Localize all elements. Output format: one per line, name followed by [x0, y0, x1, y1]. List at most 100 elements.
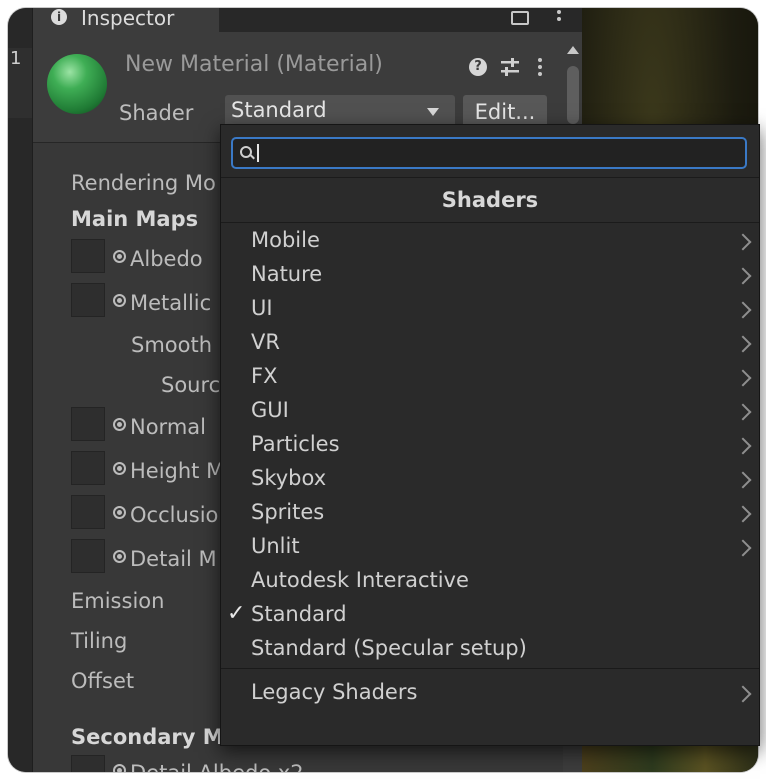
normal-label-text: Normal [130, 415, 206, 439]
lock-icon[interactable] [511, 11, 529, 25]
menu-item-gui[interactable]: GUI [221, 396, 759, 430]
menu-item-standard-specular[interactable]: Standard (Specular setup) [221, 634, 759, 668]
menu-divider [221, 668, 759, 669]
menu-item-unlit[interactable]: Unlit [221, 532, 759, 566]
scroll-thumb[interactable] [567, 66, 579, 124]
dropdown-header-title: Shaders [441, 188, 539, 212]
metallic-label-text: Metallic [130, 291, 212, 315]
detail-albedo-label[interactable]: Detail Albedo x2 [113, 761, 304, 772]
source-label: Sourc [161, 373, 221, 397]
tab-title: Inspector [81, 8, 175, 30]
chevron-right-icon [734, 267, 752, 285]
info-icon: i [51, 9, 67, 25]
menu-item-nature[interactable]: Nature [221, 260, 759, 294]
menu-item-label: Unlit [251, 534, 300, 558]
menu-item-vr[interactable]: VR [221, 328, 759, 362]
albedo-label-text: Albedo [130, 247, 203, 271]
chevron-right-icon [734, 685, 752, 703]
search-icon [240, 146, 252, 158]
menu-item-label: Nature [251, 262, 323, 286]
menu-item-label: VR [251, 330, 280, 354]
object-picker-icon[interactable] [113, 418, 126, 431]
object-picker-icon[interactable] [113, 506, 126, 519]
text-cursor [257, 144, 259, 162]
chevron-right-icon [734, 335, 752, 353]
object-picker-icon[interactable] [113, 550, 126, 563]
tab-menu-icon[interactable] [557, 10, 561, 28]
dropdown-header: Shaders [221, 177, 759, 223]
menu-item-fx[interactable]: FX [221, 362, 759, 396]
occlusion-label-text: Occlusio [130, 503, 219, 527]
occlusion-label[interactable]: Occlusio [113, 503, 218, 527]
chevron-right-icon [734, 471, 752, 489]
detail-mask-texture-slot[interactable] [71, 539, 105, 573]
object-picker-icon[interactable] [113, 250, 126, 263]
help-icon[interactable]: ? [469, 58, 487, 76]
chevron-right-icon [734, 437, 752, 455]
material-menu-icon[interactable] [538, 58, 542, 76]
menu-item-label: Skybox [251, 466, 327, 490]
material-preview-icon [47, 54, 107, 114]
detail-mask-label-text: Detail M [130, 547, 217, 571]
height-label[interactable]: Height M [113, 459, 224, 483]
metallic-texture-slot[interactable] [71, 283, 105, 317]
emission-label: Emission [71, 589, 165, 613]
menu-item-label: Autodesk Interactive [251, 568, 469, 592]
shader-dropdown-menu: Shaders Mobile Nature UI VR FX GUI Parti… [220, 124, 760, 746]
menu-item-skybox[interactable]: Skybox [221, 464, 759, 498]
menu-item-sprites[interactable]: Sprites [221, 498, 759, 532]
metallic-label[interactable]: Metallic [113, 291, 211, 315]
detail-albedo-texture-slot[interactable] [71, 755, 105, 772]
object-picker-icon[interactable] [113, 462, 126, 475]
menu-item-legacy-shaders[interactable]: Legacy Shaders [221, 678, 759, 712]
search-field[interactable] [231, 137, 747, 169]
chevron-right-icon [734, 369, 752, 387]
offset-label: Offset [71, 669, 135, 693]
detail-mask-label[interactable]: Detail M [113, 547, 217, 571]
menu-item-autodesk-interactive[interactable]: Autodesk Interactive [221, 566, 759, 600]
smoothness-label: Smooth [131, 333, 213, 357]
scroll-up-icon[interactable] [567, 46, 579, 54]
hierarchy-strip: 1 [8, 8, 32, 772]
chevron-right-icon [734, 301, 752, 319]
menu-item-label: FX [251, 364, 278, 388]
normal-texture-slot[interactable] [71, 407, 105, 441]
tab-bar: i Inspector [33, 8, 583, 33]
tiling-label: Tiling [71, 629, 128, 653]
chevron-right-icon [734, 505, 752, 523]
chevron-right-icon [734, 233, 752, 251]
menu-item-ui[interactable]: UI [221, 294, 759, 328]
detail-albedo-label-text: Detail Albedo x2 [130, 761, 304, 772]
main-maps-heading: Main Maps [71, 207, 199, 231]
menu-item-label: Mobile [251, 228, 320, 252]
menu-item-standard[interactable]: ✓ Standard [221, 600, 759, 634]
object-picker-icon[interactable] [113, 764, 126, 772]
height-texture-slot[interactable] [71, 451, 105, 485]
tab-inspector[interactable]: i Inspector [33, 8, 219, 32]
rendering-mode-label: Rendering Mo [71, 171, 216, 195]
chevron-right-icon [734, 539, 752, 557]
albedo-texture-slot[interactable] [71, 239, 105, 273]
object-picker-icon[interactable] [113, 294, 126, 307]
menu-item-label: Sprites [251, 500, 325, 524]
menu-item-label: GUI [251, 398, 289, 422]
secondary-maps-heading: Secondary M [71, 725, 224, 749]
chevron-right-icon [734, 403, 752, 421]
height-label-text: Height M [130, 459, 225, 483]
shader-value: Standard [231, 98, 327, 122]
normal-label[interactable]: Normal [113, 415, 206, 439]
occlusion-texture-slot[interactable] [71, 495, 105, 529]
search-input[interactable] [261, 139, 735, 169]
dropdown-arrow-icon [427, 108, 439, 116]
presets-icon[interactable] [499, 56, 521, 78]
menu-item-label: UI [251, 296, 273, 320]
checkmark-icon: ✓ [227, 601, 246, 626]
material-title: New Material (Material) [125, 52, 383, 77]
albedo-label[interactable]: Albedo [113, 247, 203, 271]
menu-item-mobile[interactable]: Mobile [221, 226, 759, 260]
shader-label: Shader [119, 101, 194, 125]
menu-item-particles[interactable]: Particles [221, 430, 759, 464]
menu-item-label: Standard [251, 602, 347, 626]
menu-item-label: Legacy Shaders [251, 680, 418, 704]
hierarchy-number: 1 [10, 48, 22, 69]
